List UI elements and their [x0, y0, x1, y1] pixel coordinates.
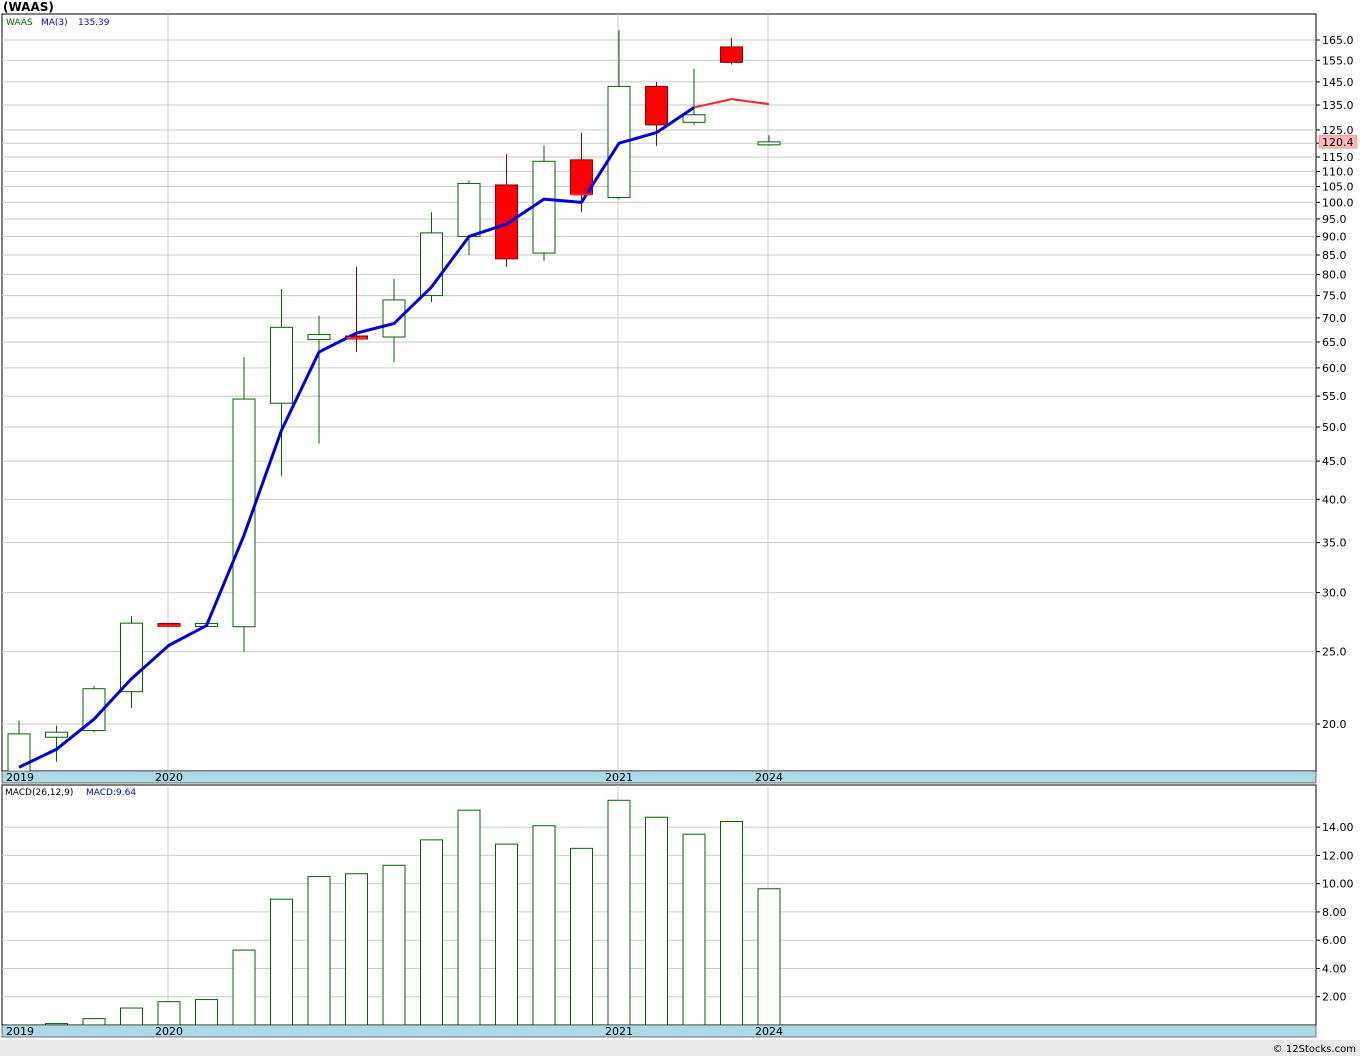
chart-title: (WAAS)	[3, 0, 54, 14]
legend-ma-label: MA(3)	[41, 18, 68, 28]
macd-bar	[382, 864, 406, 1026]
legend-ma-value: 135.39	[78, 18, 110, 28]
price-tick-label: 80.0	[1322, 269, 1347, 282]
macd-x-tick-label: 2020	[155, 1025, 183, 1038]
candle-body-up	[457, 182, 481, 237]
price-tick-label: 20.0	[1322, 718, 1347, 731]
price-tick-label: 115.0	[1322, 151, 1354, 164]
candle-body-up	[532, 160, 556, 254]
price-tick-label: 35.0	[1322, 537, 1347, 550]
price-plot-frame	[1, 13, 1317, 772]
price-tick-label: 165.0	[1322, 34, 1354, 47]
price-tick-label: 65.0	[1322, 336, 1347, 349]
candle-body-up	[382, 299, 406, 338]
price-tick-label: 155.0	[1322, 54, 1354, 67]
last-price-badge: 120.4	[1318, 134, 1358, 149]
candle-body-up	[270, 326, 293, 404]
candle-body-down	[495, 184, 518, 260]
macd-tick-label: 12.00	[1322, 849, 1354, 862]
macd-bar	[232, 949, 256, 1026]
macd-bar	[682, 833, 706, 1026]
price-tick-label: 135.0	[1322, 99, 1354, 112]
price-tick-label: 60.0	[1322, 362, 1347, 375]
macd-bar	[757, 888, 781, 1026]
macd-tick-label: 8.00	[1322, 906, 1347, 919]
price-tick-label: 105.0	[1322, 181, 1354, 194]
macd-x-tick-label: 2019	[6, 1025, 34, 1038]
macd-tick-label: 2.00	[1322, 991, 1347, 1004]
candle-body-down	[645, 85, 668, 126]
candle-body-up	[45, 731, 68, 738]
macd-bar	[645, 816, 668, 1026]
price-tick-label: 90.0	[1322, 230, 1347, 243]
macd-bar	[120, 1007, 143, 1026]
macd-bar	[495, 843, 518, 1026]
macd-bar	[157, 1001, 181, 1026]
price-tick-label: 55.0	[1322, 390, 1347, 403]
price-panel: 165.0155.0145.0135.0125.0120.0115.0110.0…	[1, 13, 1358, 784]
macd-bar	[345, 873, 368, 1026]
macd-x-tick-label: 2021	[605, 1025, 633, 1038]
candle-body-up	[757, 141, 781, 146]
price-x-tick-label: 2019	[6, 771, 34, 784]
macd-bar	[82, 1018, 106, 1026]
price-tick-label: 45.0	[1322, 455, 1347, 468]
price-tick-label: 75.0	[1322, 290, 1347, 303]
price-x-tick-label: 2024	[755, 771, 783, 784]
candle-body-down	[720, 46, 743, 63]
price-tick-label: 50.0	[1322, 421, 1347, 434]
candle-body-up	[307, 334, 331, 340]
footer-credit: © 12Stocks.com	[1273, 1044, 1356, 1055]
macd-bar	[420, 839, 443, 1026]
macd-bar	[307, 876, 331, 1026]
price-tick-label: 100.0	[1322, 196, 1354, 209]
macd-x-tick-label: 2024	[755, 1025, 783, 1038]
macd-bar	[607, 799, 631, 1026]
macd-bar	[532, 825, 556, 1026]
macd-y-axis: 14.00 12.00 10.00 8.00 6.00 4.00 2.00	[1316, 821, 1354, 1004]
candle-body-up	[682, 114, 706, 123]
macd-bar	[457, 809, 481, 1026]
price-tick-label: 95.0	[1322, 213, 1347, 226]
macd-tick-label: 14.00	[1322, 821, 1354, 834]
stock-chart: (WAAS) 165.0155.0145.0135.0125.0120.0115…	[0, 0, 1360, 1056]
macd-tick-label: 6.00	[1322, 934, 1347, 947]
macd-x-axis-band	[1, 1024, 1317, 1038]
price-tick-label: 145.0	[1322, 76, 1354, 89]
price-legend: WAAS MA(3) 135.39	[6, 18, 110, 28]
price-x-tick-label: 2020	[155, 771, 183, 784]
macd-bar	[270, 898, 293, 1026]
price-x-tick-label: 2021	[605, 771, 633, 784]
last-price-value: 120.4	[1322, 136, 1354, 149]
macd-legend-value: MACD:9.64	[86, 788, 136, 798]
macd-tick-label: 10.00	[1322, 878, 1354, 891]
macd-tick-label: 4.00	[1322, 962, 1347, 975]
macd-legend: MACD(26,12,9) MACD:9.64	[5, 788, 136, 798]
candle-body-up	[120, 622, 143, 693]
price-tick-label: 40.0	[1322, 493, 1347, 506]
price-tick-label: 25.0	[1322, 646, 1347, 659]
price-x-axis-band	[1, 770, 1317, 784]
footer-bar	[0, 1040, 1360, 1056]
legend-symbol: WAAS	[6, 18, 33, 28]
macd-bar	[720, 820, 743, 1026]
macd-legend-label: MACD(26,12,9)	[5, 788, 73, 798]
macd-bar	[570, 847, 593, 1026]
macd-bar	[195, 999, 218, 1026]
price-tick-label: 110.0	[1322, 165, 1354, 178]
macd-panel: 14.00 12.00 10.00 8.00 6.00 4.00 2.00 MACD(26,…	[1, 784, 1354, 1038]
candle	[232, 357, 256, 652]
price-tick-label: 85.0	[1322, 249, 1347, 262]
price-tick-label: 70.0	[1322, 312, 1347, 325]
price-tick-label: 30.0	[1322, 587, 1347, 600]
